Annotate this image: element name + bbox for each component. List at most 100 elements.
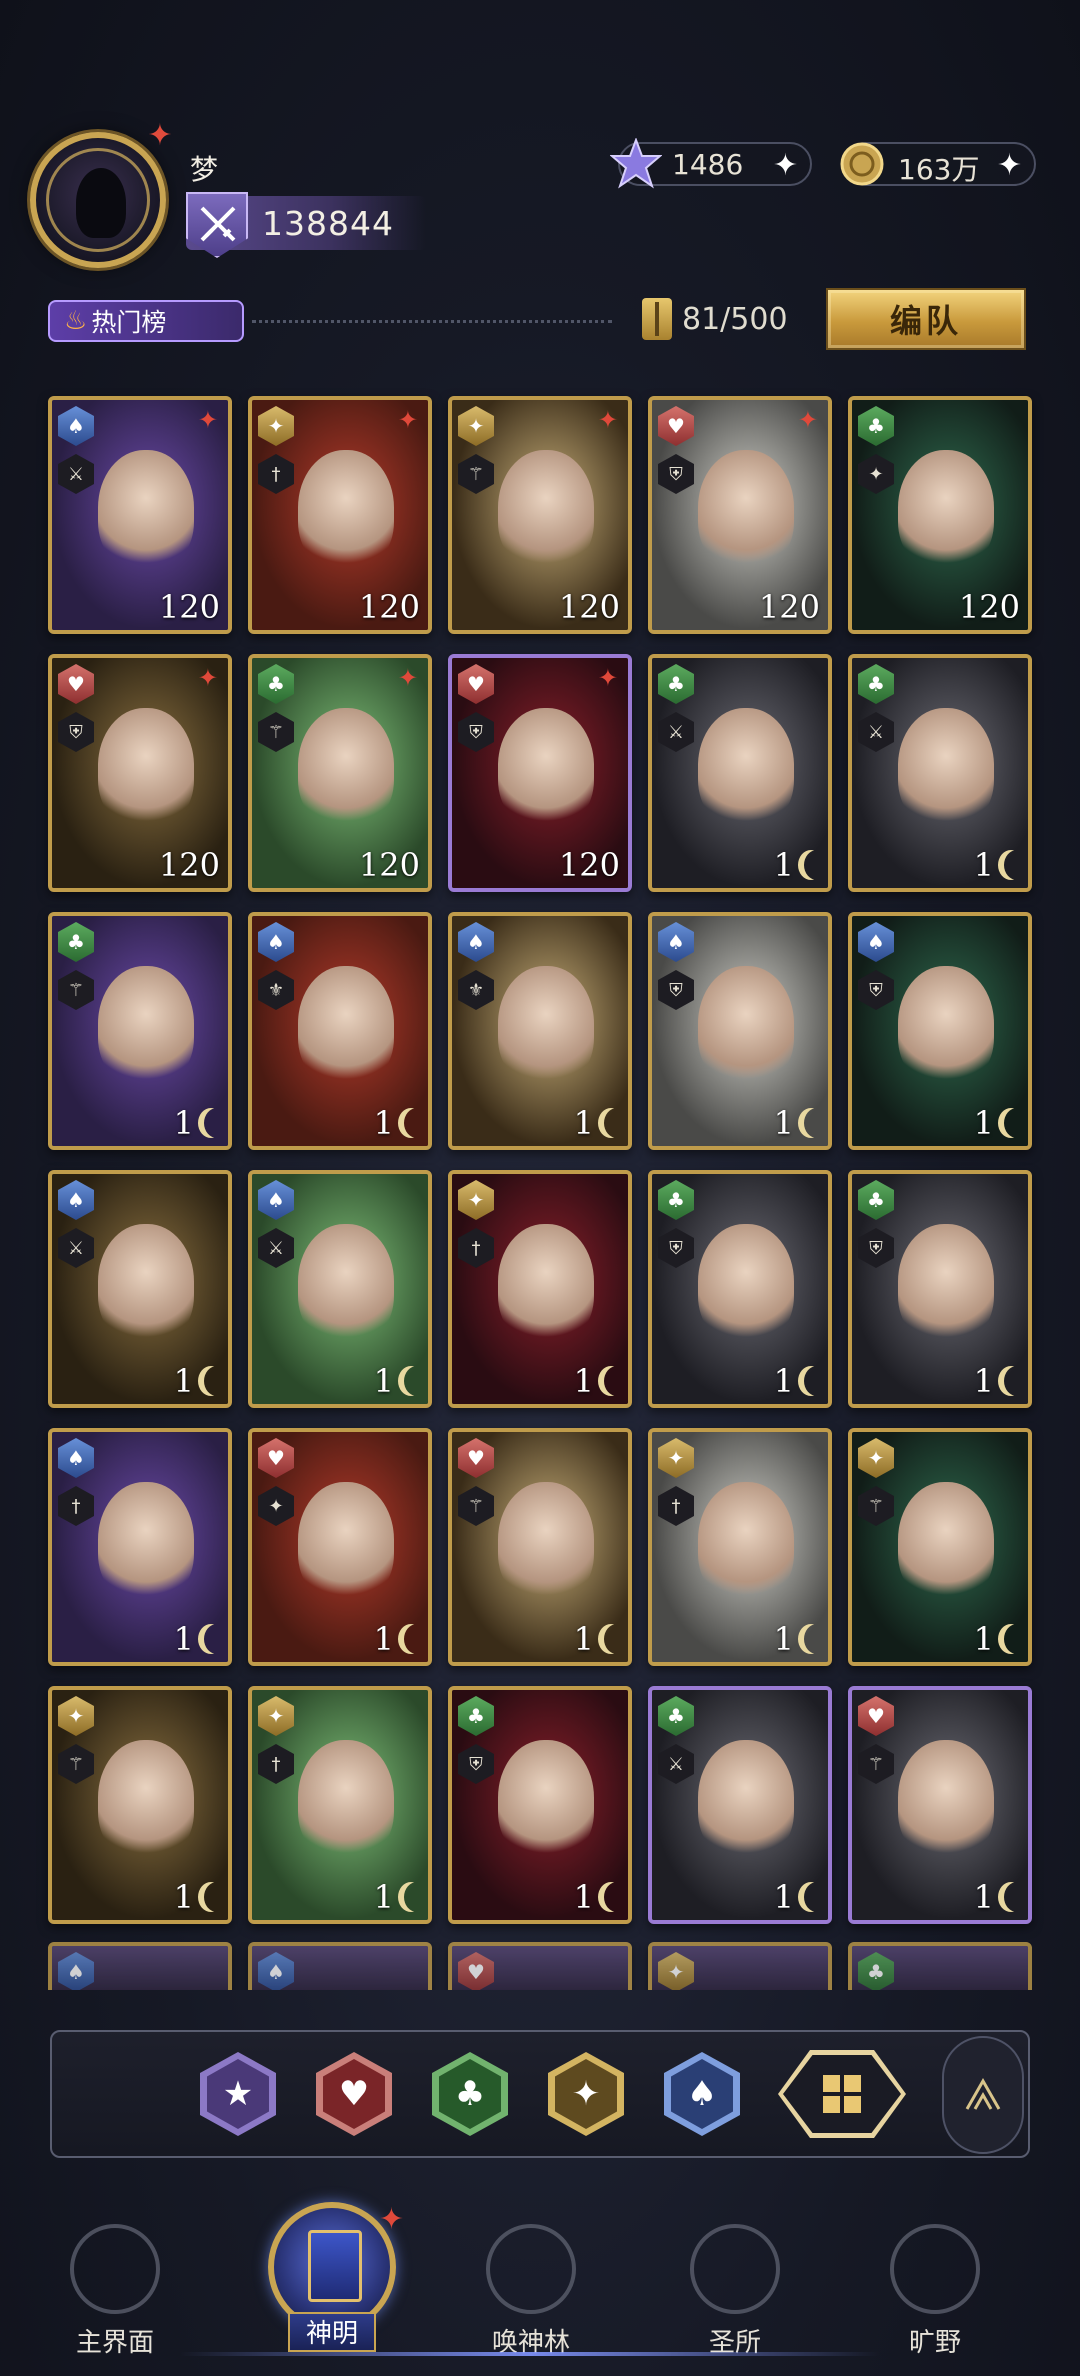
hero-card[interactable]: ♣ ⛨ 1: [648, 1170, 832, 1408]
hero-card[interactable]: ♥ ⛨ ✦ 120: [448, 654, 632, 892]
crescent-moon-icon: [404, 1882, 428, 1912]
crescent-moon-icon: [1004, 1882, 1028, 1912]
hero-card[interactable]: ♣ ⚚ ✦ 120: [248, 654, 432, 892]
gold-currency: 163万 ✦: [840, 142, 1036, 186]
hero-card[interactable]: ✦ † 1: [648, 1428, 832, 1666]
crescent-moon-icon: [204, 1882, 228, 1912]
hero-card[interactable]: ♣ ⚔ 1: [848, 654, 1032, 892]
card-grid: ♠ ⚔ ✦ 120 ✦ † ✦ 120 ✦ ⚚ ✦ 120 ♥ ⛨ ✦ 120 ♣ ✦ 120 ♥ ⛨ ✦ 120 ♣ ⚚ ✦ 12…: [48, 396, 1032, 1924]
card-capacity: 81/500: [642, 298, 788, 340]
filter-all-button[interactable]: [778, 2050, 906, 2138]
club-icon: ♣: [454, 2074, 486, 2114]
collapse-filter-button[interactable]: [942, 2036, 1024, 2154]
hero-card[interactable]: ♥ ⛨ ✦ 120: [48, 654, 232, 892]
crescent-moon-icon: [1004, 850, 1028, 880]
crescent-moon-icon: [204, 1624, 228, 1654]
hero-card[interactable]: ♣ ⚔ 1: [648, 654, 832, 892]
hero-card[interactable]: ✦ ⚚ ✦ 120: [448, 396, 632, 634]
notification-star-icon: ✦: [147, 118, 173, 153]
hero-card[interactable]: ♥ ⛨ ✦ 120: [648, 396, 832, 634]
filter-club-button[interactable]: ♣: [432, 2052, 508, 2136]
hero-card[interactable]: ♠ ⚜ 1: [448, 912, 632, 1150]
crescent-moon-icon: [804, 1366, 828, 1396]
filter-spade-button[interactable]: ♠: [664, 2052, 740, 2136]
hero-level: 1: [173, 1620, 194, 1658]
nav-sanctuary[interactable]: 圣所: [660, 2224, 810, 2358]
flame-icon: ♨: [64, 306, 88, 336]
team-formation-button[interactable]: 编队: [826, 288, 1026, 350]
hero-level: 120: [558, 588, 620, 626]
crescent-moon-icon: [804, 850, 828, 880]
hero-card[interactable]: ✦ ⚚ 1: [48, 1686, 232, 1924]
add-gold-button[interactable]: ✦: [997, 148, 1022, 183]
hero-level: 1: [373, 1104, 394, 1142]
gem-currency: 1486 ✦: [610, 138, 812, 189]
hero-card[interactable]: ♠ ⛨ 1: [648, 912, 832, 1150]
nav-gods-label: 神明: [288, 2312, 376, 2352]
star-gem-icon: [610, 138, 662, 189]
hero-level: 1: [573, 1362, 594, 1400]
hero-level: 1: [373, 1362, 394, 1400]
hero-card[interactable]: ✦ † ✦ 120: [248, 396, 432, 634]
rank-star-icon: ✦: [797, 406, 818, 434]
hero-card[interactable]: ♥ ✦ 1: [248, 1428, 432, 1666]
nav-main-screen[interactable]: 主界面: [40, 2224, 190, 2358]
hero-card[interactable]: ♠ ⚜ 1: [248, 912, 432, 1150]
hero-card[interactable]: ♠ ⛨ 1: [848, 912, 1032, 1150]
hero-card[interactable]: ♠ ⚔ ✦ 120: [48, 396, 232, 634]
nav-gods[interactable]: ✦ 神明: [250, 2188, 414, 2368]
hero-card[interactable]: ♠: [48, 1942, 232, 1990]
crescent-moon-icon: [1004, 1624, 1028, 1654]
crescent-moon-icon: [404, 1366, 428, 1396]
card-box-icon: [642, 298, 672, 340]
nav-summon-forest[interactable]: 唤神林: [456, 2224, 606, 2358]
hero-card[interactable]: ♣ ⚔ 1: [648, 1686, 832, 1924]
tree-emblem-icon: [486, 2224, 576, 2314]
hero-level: 1: [773, 1620, 794, 1658]
hero-card[interactable]: ♠ ⚔ 1: [248, 1170, 432, 1408]
nav-wilderness[interactable]: 旷野: [860, 2224, 1010, 2358]
crescent-moon-icon: [404, 1108, 428, 1138]
crescent-moon-icon: [1004, 1108, 1028, 1138]
hero-card[interactable]: ♥: [448, 1942, 632, 1990]
hero-level: 120: [758, 588, 820, 626]
filter-star-button[interactable]: ★: [200, 2052, 276, 2136]
suit-filter-bar: ★ ♥ ♣ ✦ ♠: [50, 2030, 1030, 2158]
hero-level: 120: [958, 588, 1020, 626]
hero-card[interactable]: ♣ ⚚ 1: [48, 912, 232, 1150]
star-icon: ★: [222, 2074, 254, 2114]
hero-card[interactable]: ♣: [848, 1942, 1032, 1990]
rank-star-icon: ✦: [597, 664, 618, 692]
nav-main-screen-label: 主界面: [75, 2328, 154, 2358]
hero-card[interactable]: ✦: [648, 1942, 832, 1990]
hero-card[interactable]: ♣ ⛨ 1: [848, 1170, 1032, 1408]
hero-card[interactable]: ♥ ⚚ 1: [848, 1686, 1032, 1924]
filter-diamond-button[interactable]: ✦: [548, 2052, 624, 2136]
grid-all-icon: [823, 2075, 861, 2113]
hero-card[interactable]: ♣ ✦ 120: [848, 396, 1032, 634]
crescent-moon-icon: [804, 1108, 828, 1138]
compass-icon: [890, 2224, 980, 2314]
hero-card[interactable]: ♠ ⚔ 1: [48, 1170, 232, 1408]
hot-rank-button[interactable]: ♨ 热门榜: [48, 300, 244, 342]
hero-card[interactable]: ✦ † 1: [248, 1686, 432, 1924]
rank-star-icon: ✦: [597, 406, 618, 434]
hero-level: 120: [358, 846, 420, 884]
combat-power: 138844: [186, 192, 426, 258]
hero-card[interactable]: ♠: [248, 1942, 432, 1990]
hero-card[interactable]: ♥ ⚚ 1: [448, 1428, 632, 1666]
hero-card[interactable]: ♣ ⛨ 1: [448, 1686, 632, 1924]
player-avatar[interactable]: [30, 132, 166, 268]
crossed-swords-shield-icon: [186, 192, 248, 258]
nav-glow-line: [180, 2352, 880, 2356]
hero-card[interactable]: ♠ † 1: [48, 1428, 232, 1666]
hero-level: 120: [158, 588, 220, 626]
crescent-moon-icon: [204, 1366, 228, 1396]
hero-level: 1: [773, 1104, 794, 1142]
hero-card[interactable]: ✦ ⚚ 1: [848, 1428, 1032, 1666]
hero-level: 1: [173, 1878, 194, 1916]
add-gems-button[interactable]: ✦: [773, 148, 798, 183]
hero-card[interactable]: ✦ † 1: [448, 1170, 632, 1408]
filter-heart-button[interactable]: ♥: [316, 2052, 392, 2136]
hero-level: 120: [558, 846, 620, 884]
